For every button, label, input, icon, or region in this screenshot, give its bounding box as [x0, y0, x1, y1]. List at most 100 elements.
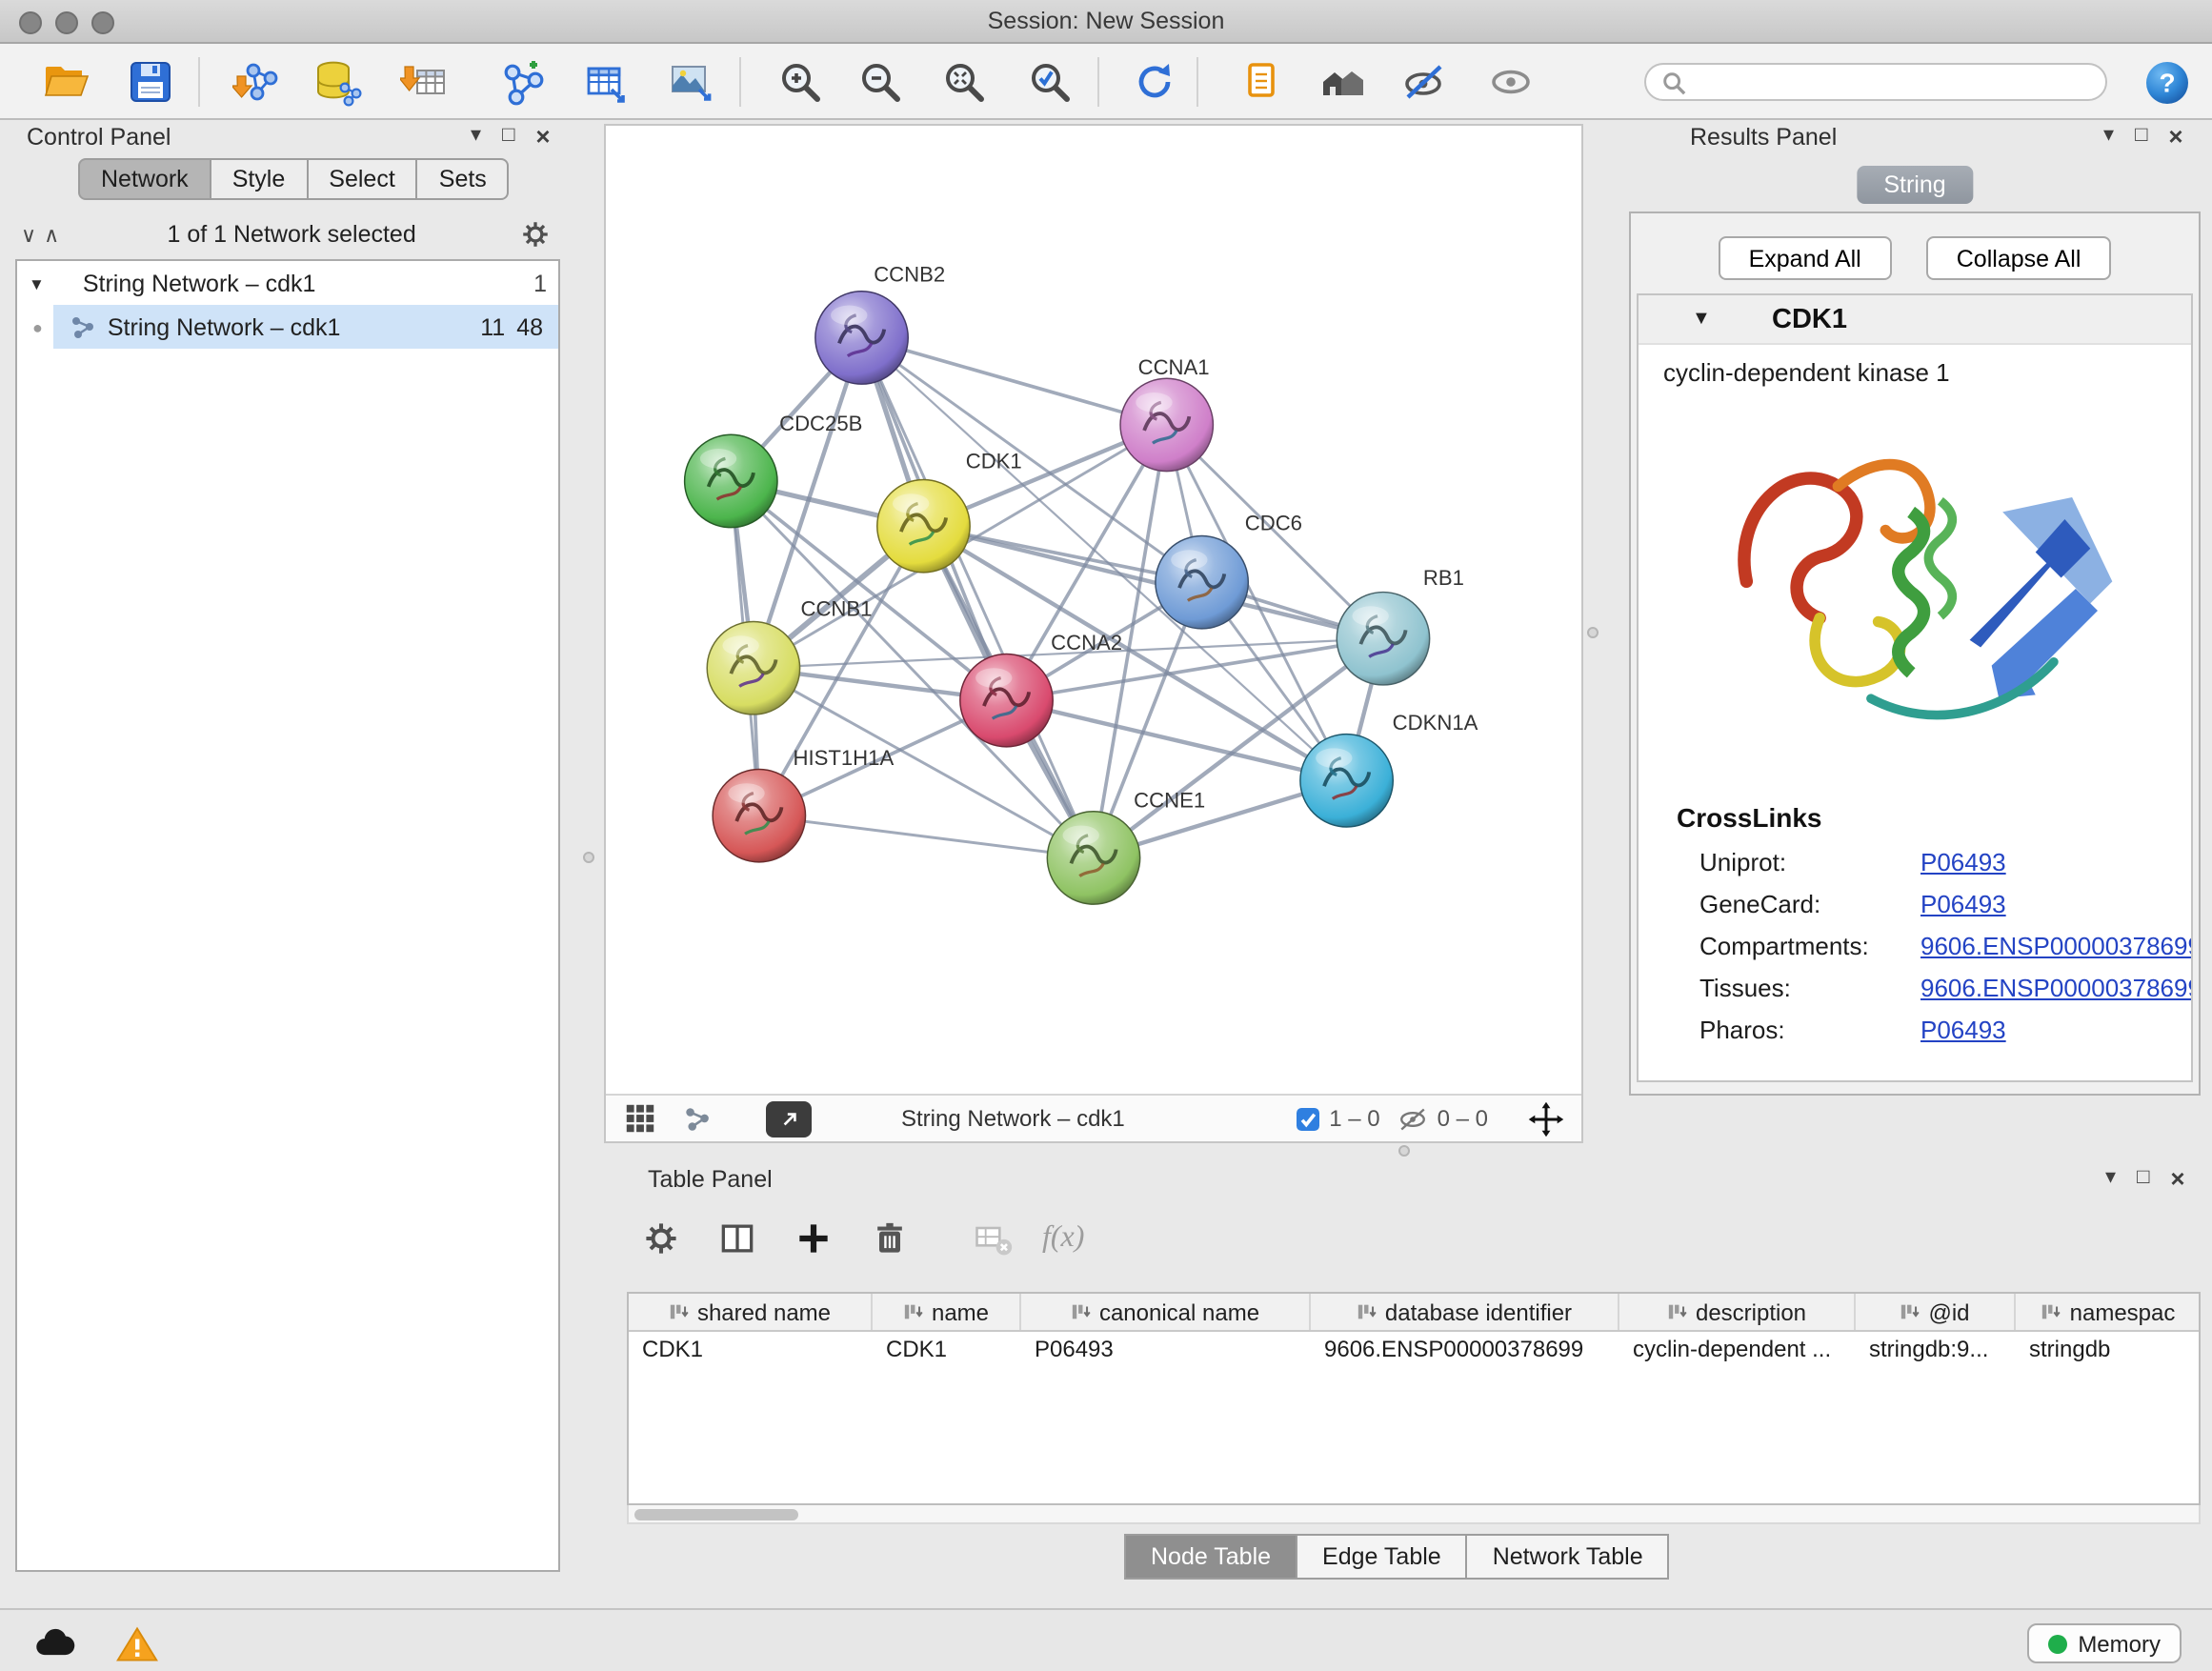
network-node-CDC6[interactable]	[1156, 536, 1248, 629]
crosslink-value-link[interactable]: P06493	[1920, 1015, 2006, 1043]
collapse-all-button[interactable]: Collapse All	[1926, 236, 2112, 280]
import-table-file-button[interactable]	[396, 53, 453, 111]
open-arrow-icon	[776, 1106, 801, 1131]
table-tab-edge-table[interactable]: Edge Table	[1297, 1534, 1468, 1580]
collapse-all-networks-icon[interactable]: ∧	[44, 222, 59, 247]
crosslink-value-link[interactable]: P06493	[1920, 847, 2006, 876]
column-header-name[interactable]: name	[873, 1294, 1021, 1330]
control-tab-sets[interactable]: Sets	[418, 158, 510, 200]
table-settings-gear-icon[interactable]	[634, 1212, 688, 1265]
column-header-description[interactable]: description	[1619, 1294, 1856, 1330]
expand-all-networks-icon[interactable]: ∨	[21, 222, 36, 247]
table-cell[interactable]: cyclin-dependent ...	[1619, 1332, 1856, 1370]
table-cell[interactable]: 9606.ENSP00000378699	[1311, 1332, 1619, 1370]
open-session-button[interactable]	[38, 53, 95, 111]
new-network-button[interactable]	[495, 53, 553, 111]
show-all-button[interactable]	[1482, 53, 1539, 111]
toggle-columns-icon[interactable]	[711, 1212, 764, 1265]
table-cell[interactable]: CDK1	[873, 1332, 1021, 1370]
network-node-CDC25B[interactable]	[685, 434, 777, 527]
control-tab-network[interactable]: Network	[78, 158, 211, 200]
control-tab-select[interactable]: Select	[308, 158, 418, 200]
vertical-splitter-handle[interactable]	[583, 852, 594, 863]
network-node-HIST1H1A[interactable]	[713, 769, 805, 861]
cloud-status-icon[interactable]	[27, 1618, 80, 1671]
crosslink-value-link[interactable]: 9606.ENSP00000378699	[1920, 931, 2193, 959]
network-row-selected[interactable]: ● String Network – cdk1 11 48	[17, 305, 558, 349]
selected-checkbox-icon[interactable]	[1293, 1104, 1321, 1133]
gene-collapse-icon[interactable]: ▼	[1692, 309, 1711, 330]
results-panel-float-icon[interactable]: ▾	[2103, 126, 2114, 147]
table-cell[interactable]: stringdb:9...	[1856, 1332, 2016, 1370]
warning-status-icon[interactable]	[111, 1618, 164, 1671]
network-node-CDK1[interactable]	[877, 480, 970, 573]
zoom-in-button[interactable]	[772, 53, 829, 111]
help-button[interactable]: ?	[2138, 53, 2195, 111]
network-share-icon[interactable]	[676, 1099, 714, 1137]
table-cell[interactable]: P06493	[1021, 1332, 1311, 1370]
network-node-CCNA1[interactable]	[1120, 378, 1213, 471]
network-node-CDKN1A[interactable]	[1300, 735, 1393, 827]
network-edge-CCNE1-HIST1H1A[interactable]	[759, 815, 1094, 857]
crosslink-value-link[interactable]: P06493	[1920, 889, 2006, 917]
table-row[interactable]: CDK1CDK1P064939606.ENSP00000378699cyclin…	[629, 1332, 2199, 1370]
network-node-CCNE1[interactable]	[1047, 812, 1139, 904]
column-header-namespac[interactable]: namespac	[2016, 1294, 2201, 1330]
refresh-network-button[interactable]	[1126, 53, 1183, 111]
control-panel-maximize-icon[interactable]: □	[502, 126, 514, 147]
network-edge-CCNB2-CCNA1[interactable]	[862, 337, 1167, 424]
network-node-CCNB1[interactable]	[707, 622, 799, 715]
scrollbar-thumb[interactable]	[634, 1509, 798, 1520]
column-header-shared-name[interactable]: shared name	[629, 1294, 873, 1330]
crosslink-value-link[interactable]: 9606.ENSP00000378699	[1920, 973, 2193, 1001]
zoom-out-button[interactable]	[852, 53, 909, 111]
network-node-RB1[interactable]	[1337, 593, 1429, 685]
table-panel-float-icon[interactable]: ▾	[2105, 1168, 2116, 1189]
import-network-file-button[interactable]	[229, 53, 286, 111]
network-node-CCNA2[interactable]	[960, 654, 1053, 746]
search-input[interactable]	[1696, 69, 2090, 95]
network-node-CCNB2[interactable]	[815, 292, 908, 384]
horizontal-splitter-handle[interactable]	[1398, 1145, 1410, 1157]
results-panel-close-icon[interactable]: ×	[2168, 124, 2182, 149]
memory-button[interactable]: Memory	[2026, 1623, 2182, 1663]
network-edge-CCNB2-CCNE1[interactable]	[862, 337, 1094, 857]
vertical-splitter-handle[interactable]	[1587, 627, 1599, 638]
results-panel-maximize-icon[interactable]: □	[2135, 126, 2147, 147]
network-collection-row[interactable]: ▼ String Network – cdk1 1	[17, 261, 558, 305]
duplicate-document-button[interactable]	[1231, 53, 1288, 111]
zoom-fit-button[interactable]	[935, 53, 993, 111]
table-tab-network-table[interactable]: Network Table	[1468, 1534, 1670, 1580]
control-panel-float-icon[interactable]: ▾	[471, 126, 481, 147]
export-image-button[interactable]	[661, 53, 718, 111]
pan-crosshair-icon[interactable]	[1524, 1097, 1566, 1139]
open-in-new-window-button[interactable]	[766, 1100, 812, 1137]
hidden-eye-icon[interactable]	[1398, 1104, 1430, 1133]
add-column-icon[interactable]	[787, 1212, 840, 1265]
column-header-canonical-name[interactable]: canonical name	[1021, 1294, 1311, 1330]
home-networks-button[interactable]	[1315, 53, 1372, 111]
table-horizontal-scrollbar[interactable]	[627, 1505, 2201, 1524]
control-tab-style[interactable]: Style	[211, 158, 309, 200]
string-tab-badge[interactable]: String	[1857, 166, 1972, 204]
table-panel-maximize-icon[interactable]: □	[2137, 1168, 2149, 1189]
save-session-button[interactable]	[122, 53, 179, 111]
table-cell[interactable]: CDK1	[629, 1332, 873, 1370]
hide-selected-button[interactable]	[1397, 53, 1454, 111]
new-table-button[interactable]	[575, 53, 633, 111]
network-canvas[interactable]: CCNB2CCNA1CDC25BCDK1CDC6RB1CCNB1CCNA2CDK…	[606, 126, 1581, 1094]
delete-column-icon[interactable]	[863, 1212, 916, 1265]
zoom-selected-button[interactable]	[1021, 53, 1078, 111]
birdseye-view-icon[interactable]	[621, 1099, 659, 1137]
network-edge-CDK1-RB1[interactable]	[923, 526, 1382, 638]
control-panel-close-icon[interactable]: ×	[535, 124, 550, 149]
column-header-database-identifier[interactable]: database identifier	[1311, 1294, 1619, 1330]
table-cell[interactable]: stringdb	[2016, 1332, 2201, 1370]
table-tab-node-table[interactable]: Node Table	[1124, 1534, 1297, 1580]
tree-expander-icon[interactable]: ▼	[29, 273, 45, 292]
table-panel-close-icon[interactable]: ×	[2170, 1166, 2184, 1191]
column-header--id[interactable]: @id	[1856, 1294, 2016, 1330]
import-network-database-button[interactable]	[309, 53, 366, 111]
network-options-gear-icon[interactable]	[516, 215, 554, 253]
expand-all-button[interactable]: Expand All	[1719, 236, 1892, 280]
